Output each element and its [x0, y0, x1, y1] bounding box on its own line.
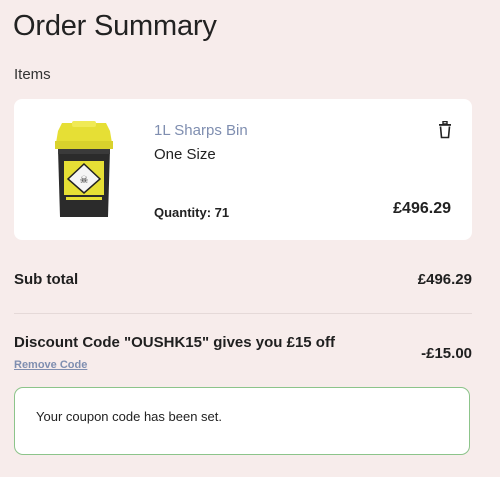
items-section-label: Items [14, 66, 51, 83]
product-size: One Size [154, 146, 216, 163]
discount-label: Discount Code "OUSHK15" gives you £15 of… [14, 334, 335, 351]
quantity-value: 71 [214, 205, 230, 220]
remove-code-link[interactable]: Remove Code [14, 359, 87, 371]
coupon-success-message: Your coupon code has been set. [14, 387, 470, 455]
coupon-message-text: Your coupon code has been set. [36, 409, 222, 424]
divider [14, 313, 472, 314]
product-name-link[interactable]: 1L Sharps Bin [154, 122, 248, 139]
discount-value: -£15.00 [421, 345, 472, 362]
order-item-card: ☠ 1L Sharps Bin One Size Quantity: 71 £4… [14, 99, 472, 240]
page-title: Order Summary [13, 10, 217, 42]
subtotal-value: £496.29 [417, 271, 472, 288]
product-price: £496.29 [393, 200, 451, 217]
quantity-label: Quantity: [154, 205, 215, 220]
subtotal-label: Sub total [14, 271, 79, 288]
svg-text:☠: ☠ [80, 175, 89, 186]
sharps-bin-icon: ☠ [55, 121, 113, 217]
product-quantity: Quantity: 71 [154, 205, 229, 220]
trash-icon[interactable] [438, 121, 452, 139]
subtotal-row: Sub total £496.29 [14, 271, 472, 291]
